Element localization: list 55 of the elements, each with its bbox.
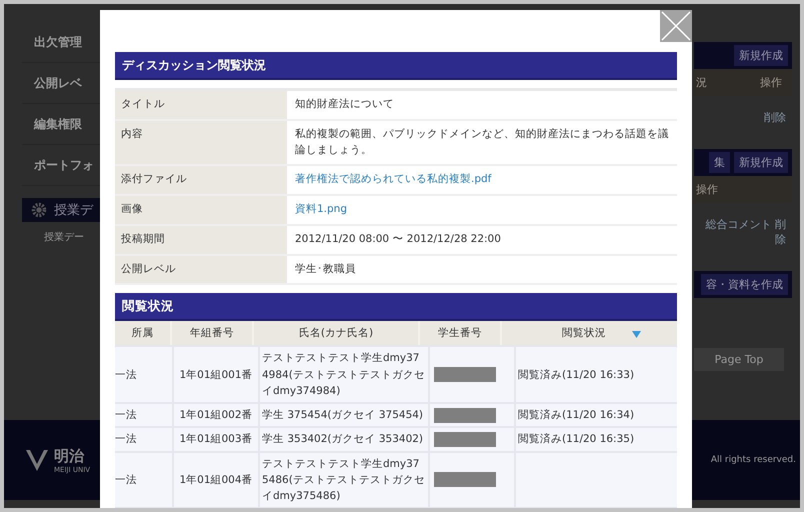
table-cell: 一法 (115, 428, 174, 451)
section-title: 閲覧状況 (122, 298, 174, 315)
column-header[interactable]: 氏名(カナ氏名) (254, 321, 420, 346)
logo-text: 明治 (54, 446, 86, 466)
panel-button[interactable]: 新規作成 (734, 152, 788, 173)
detail-label: タイトル (115, 91, 287, 119)
redacted-block (434, 408, 496, 423)
column-header: 操作 (760, 75, 782, 90)
table-cell-text: 閲覧済み(11/20 16:34) (517, 408, 636, 424)
table-cell: 1年01組004番 (174, 452, 260, 508)
action-link[interactable]: 削除 (694, 96, 792, 139)
table-cell: 学生 353402(ガクセイ 353402) (260, 428, 430, 451)
file-link[interactable]: 資料1.png (295, 203, 348, 215)
table-cell: 学生 375454(ガクセイ 375454) (260, 404, 430, 426)
table-cell: 一法 (115, 452, 174, 508)
table-cell: 一法 (115, 404, 174, 426)
column-header[interactable]: 年組番号 (172, 321, 254, 346)
table-cell: 1年01組003番 (174, 428, 260, 451)
redacted-block (434, 472, 496, 488)
column-header: 操作 (696, 182, 718, 197)
logo-icon (24, 447, 50, 473)
table-cell-text: 閲覧済み(11/20 16:33) (517, 368, 636, 383)
panel-button[interactable]: 容・資料を作成 (701, 274, 788, 295)
panel-button[interactable]: 新規作成 (734, 45, 788, 66)
detail-label: 内容 (115, 120, 287, 164)
detail-label: 投稿期間 (115, 226, 287, 254)
section-title: 授業デ (54, 202, 93, 219)
column-header[interactable]: 閲覧状況 (502, 321, 666, 346)
column-header[interactable]: 所属 (115, 321, 172, 346)
copyright-text: All rights reserved. (710, 455, 796, 465)
action-link[interactable]: 総合コメント 削除 (694, 203, 792, 261)
modal-title: ディスカッション閲覧状況 (122, 56, 266, 74)
detail-value: 学生･教職員 (295, 262, 356, 274)
detail-label: 添付ファイル (115, 166, 287, 194)
table-cell: 一法 (115, 347, 174, 402)
detail-value: 2012/11/20 08:00 〜 2012/12/28 22:00 (295, 232, 501, 245)
column-header: 況 (696, 75, 707, 90)
close-button[interactable] (660, 10, 692, 42)
table-cell: テストテストテスト学生dmy374984(テストテストテストガクセイdmy374984) (260, 347, 430, 402)
panel-button[interactable]: 集 (709, 152, 730, 173)
table-cell: 1年01組002番 (174, 404, 260, 426)
redacted-block (434, 367, 496, 382)
detail-label: 画像 (115, 196, 287, 224)
page-top-button[interactable]: Page Top (694, 348, 784, 371)
table-cell: 1年01組001番 (174, 347, 260, 402)
table-cell-text: 閲覧済み(11/20 16:35) (517, 432, 636, 448)
column-header[interactable]: 学生番号 (420, 321, 502, 346)
table-cell: テストテストテスト学生dmy375486(テストテストテストガクセイdmy375486) (260, 452, 430, 508)
detail-value: 知的財産法について (295, 98, 394, 110)
sidebar-subitem[interactable]: 授業デー (22, 222, 100, 244)
detail-label: 公開レベル (115, 256, 287, 284)
redacted-block (434, 432, 496, 447)
detail-value: 私的複製の範囲、パブリックドメインなど、知的財産法にまつわる話題を議論しましょう。 (295, 128, 669, 156)
file-link[interactable]: 著作権法で認められている私的複製.pdf (295, 173, 492, 186)
gear-icon (30, 201, 48, 219)
